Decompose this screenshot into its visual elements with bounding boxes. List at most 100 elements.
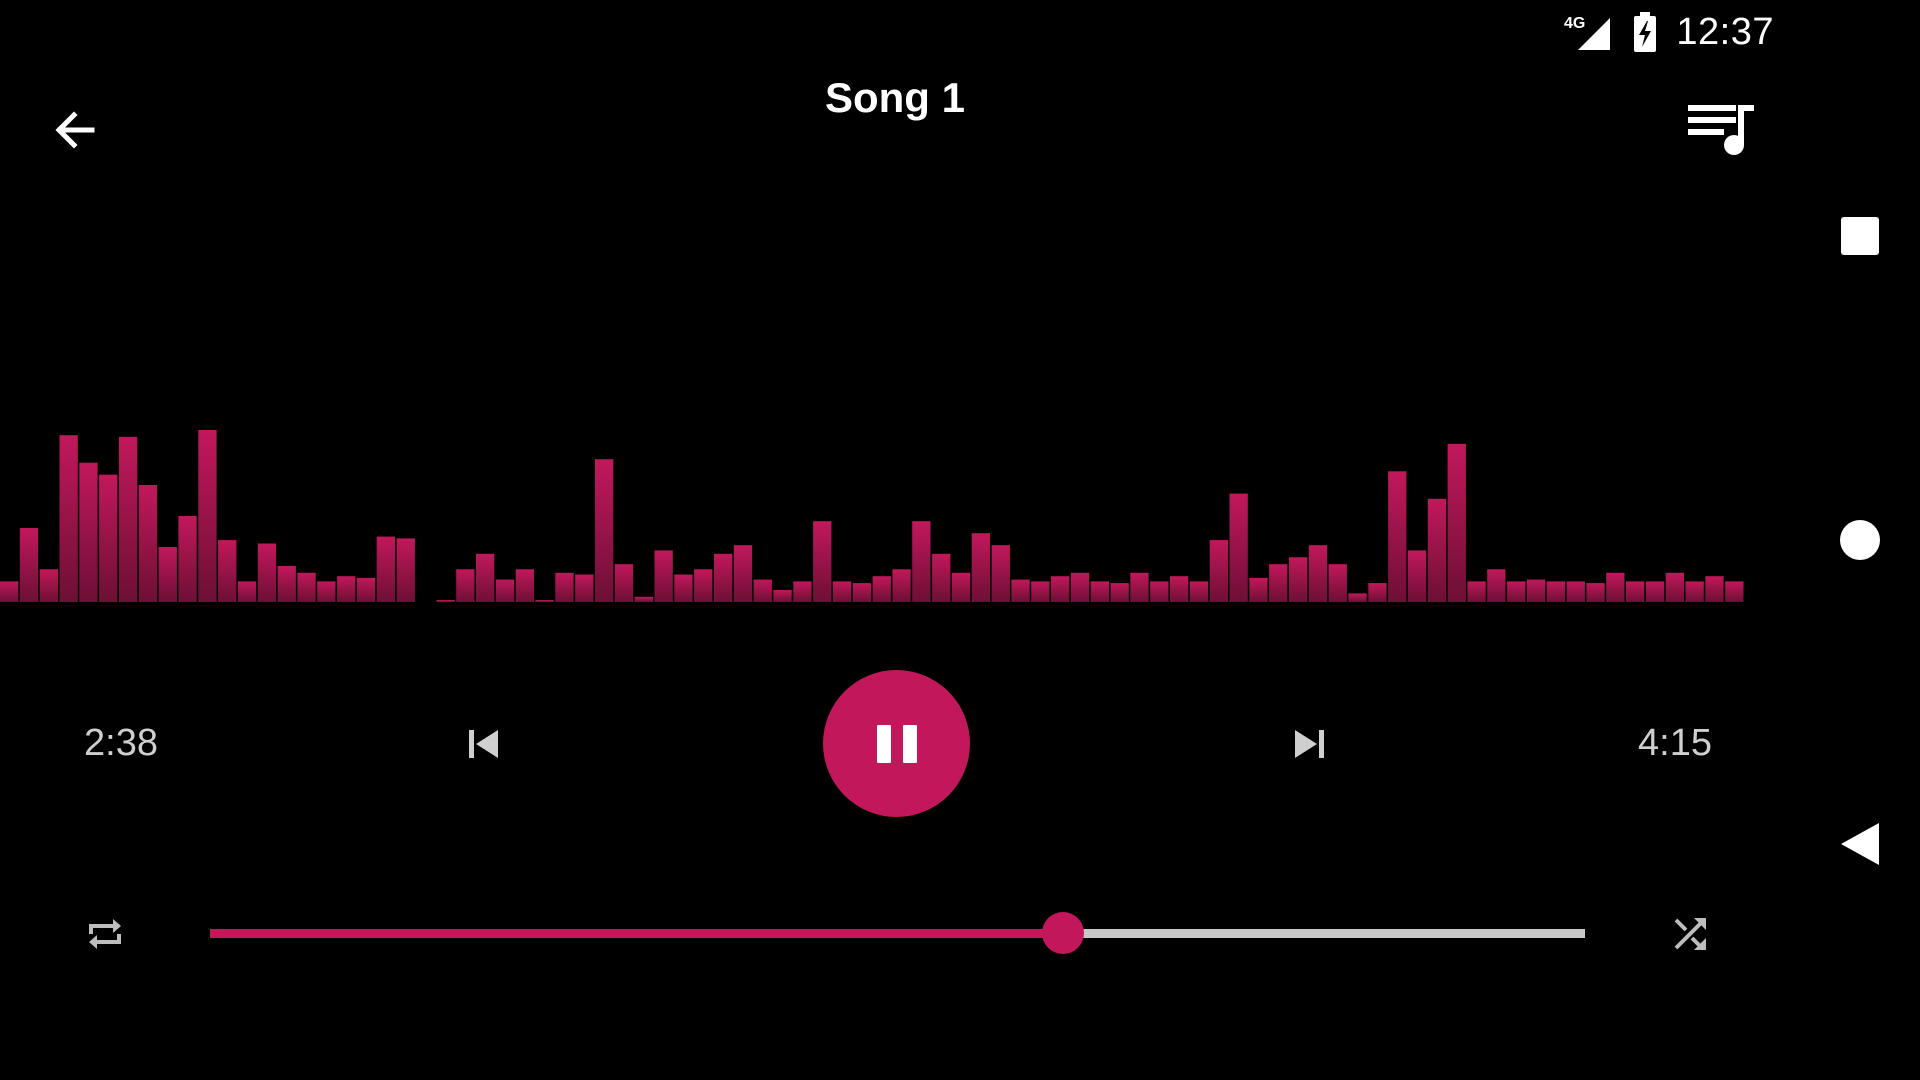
visualizer-bar xyxy=(1051,576,1070,602)
visualizer-bar xyxy=(634,596,653,602)
visualizer-bar xyxy=(158,547,177,602)
visualizer-bar xyxy=(119,436,138,602)
visualizer-bar xyxy=(1090,581,1109,602)
seek-thumb[interactable] xyxy=(1041,912,1084,954)
visualizer-bar xyxy=(595,459,614,602)
visualizer-bar xyxy=(356,577,376,602)
battery-charging-icon xyxy=(1634,12,1657,52)
visualizer-bar xyxy=(674,574,693,602)
visualizer-bar xyxy=(1110,583,1129,602)
visualizer-bar xyxy=(39,569,58,602)
visualizer-bar xyxy=(515,569,534,602)
seek-progress xyxy=(210,929,1063,938)
repeat-icon xyxy=(89,919,121,949)
visualizer-canvas xyxy=(0,430,1744,602)
visualizer-bar xyxy=(971,533,990,602)
visualizer-bar xyxy=(614,564,634,602)
visualizer-bar xyxy=(575,574,594,602)
visualizer-bar xyxy=(0,581,19,602)
system-back-button[interactable] xyxy=(1830,814,1890,874)
visualizer-bar xyxy=(99,474,118,602)
song-title: Song 1 xyxy=(824,74,965,121)
visualizer-bar xyxy=(237,581,257,602)
visualizer-bar xyxy=(912,521,931,602)
visualizer-bar xyxy=(1308,545,1328,602)
visualizer-bar xyxy=(813,521,832,602)
visualizer-bar xyxy=(1626,581,1645,602)
visualizer-bar xyxy=(654,550,673,602)
visualizer-bar xyxy=(1348,593,1367,602)
skip-previous-icon xyxy=(469,730,498,758)
status-clock: 12:37 xyxy=(1676,10,1774,53)
visualizer-bar xyxy=(773,590,792,602)
square-recents-icon xyxy=(1841,217,1879,255)
visualizer-bar xyxy=(495,579,515,602)
visualizer-bar xyxy=(1289,557,1308,602)
network-type-label: 4G xyxy=(1564,15,1585,32)
status-bar: 4G 12:37 xyxy=(1564,0,1774,64)
home-button[interactable] xyxy=(1830,510,1890,570)
visualizer-bar xyxy=(138,485,158,602)
visualizer-bar xyxy=(1467,581,1486,602)
visualizer-bar xyxy=(1685,581,1704,602)
visualizer-bar xyxy=(1606,572,1625,602)
visualizer-bar xyxy=(1566,581,1585,602)
visualizer-bar xyxy=(1665,572,1684,602)
visualizer-bar xyxy=(436,600,455,602)
visualizer-bar xyxy=(396,538,415,602)
visualizer-bar xyxy=(59,435,78,602)
visualizer-bar xyxy=(733,545,753,602)
visualizer-bar xyxy=(1388,471,1407,602)
shuffle-button[interactable] xyxy=(1662,906,1718,962)
visualizer-bar xyxy=(456,569,475,602)
pause-icon-bar xyxy=(902,724,917,763)
pause-button[interactable] xyxy=(823,670,970,817)
elapsed-time: 2:38 xyxy=(84,722,158,764)
visualizer-bar xyxy=(753,579,772,602)
music-player-screen: 4G 12:37 Song 1 2:38 4:15 xyxy=(0,0,1920,1080)
visualizer-bar xyxy=(1269,564,1288,602)
visualizer-bar xyxy=(198,430,217,602)
next-track-button[interactable] xyxy=(1279,714,1339,774)
recents-button[interactable] xyxy=(1830,206,1890,266)
visualizer-bar xyxy=(951,572,971,602)
visualizer-bar xyxy=(694,569,713,602)
visualizer-bar xyxy=(1546,581,1565,602)
visualizer-bar xyxy=(892,569,911,602)
visualizer-bar xyxy=(1070,572,1090,602)
repeat-button[interactable] xyxy=(77,906,133,962)
visualizer-bar xyxy=(1011,579,1030,602)
visualizer-bar xyxy=(1705,576,1724,602)
visualizer-bar xyxy=(476,553,495,602)
system-navigation-bar xyxy=(1800,0,1920,1080)
visualizer-bar xyxy=(1507,581,1526,602)
visualizer-bar xyxy=(1427,498,1447,602)
visualizer-bar xyxy=(1586,583,1605,602)
visualizer-bar xyxy=(555,572,574,602)
visualizer-bar xyxy=(1150,581,1169,602)
visualizer-bar xyxy=(535,600,554,602)
visualizer-bar xyxy=(852,583,872,602)
visualizer-bar xyxy=(1031,581,1050,602)
visualizer-bar xyxy=(1189,581,1209,602)
visualizer-bar xyxy=(832,581,852,602)
skip-next-icon xyxy=(1295,730,1324,758)
visualizer-bar xyxy=(1407,550,1427,602)
seek-bar[interactable] xyxy=(210,912,1585,954)
visualizer-bar xyxy=(1170,576,1189,602)
visualizer-bar xyxy=(793,581,812,602)
pause-icon xyxy=(876,724,891,763)
total-time: 4:15 xyxy=(1638,722,1712,764)
previous-track-button[interactable] xyxy=(454,714,514,774)
queue-button[interactable] xyxy=(1680,94,1764,162)
visualizer-bar xyxy=(1487,569,1506,602)
visualizer-bar xyxy=(376,536,395,602)
visualizer-bar xyxy=(991,545,1010,602)
visualizer-bar xyxy=(1447,443,1466,602)
visualizer-bar xyxy=(1229,493,1248,602)
visualizer-bar xyxy=(1368,583,1387,602)
visualizer-bar xyxy=(872,576,891,602)
visualizer-bar xyxy=(932,553,951,602)
visualizer-bar xyxy=(19,528,39,602)
visualizer-bar xyxy=(317,581,336,602)
